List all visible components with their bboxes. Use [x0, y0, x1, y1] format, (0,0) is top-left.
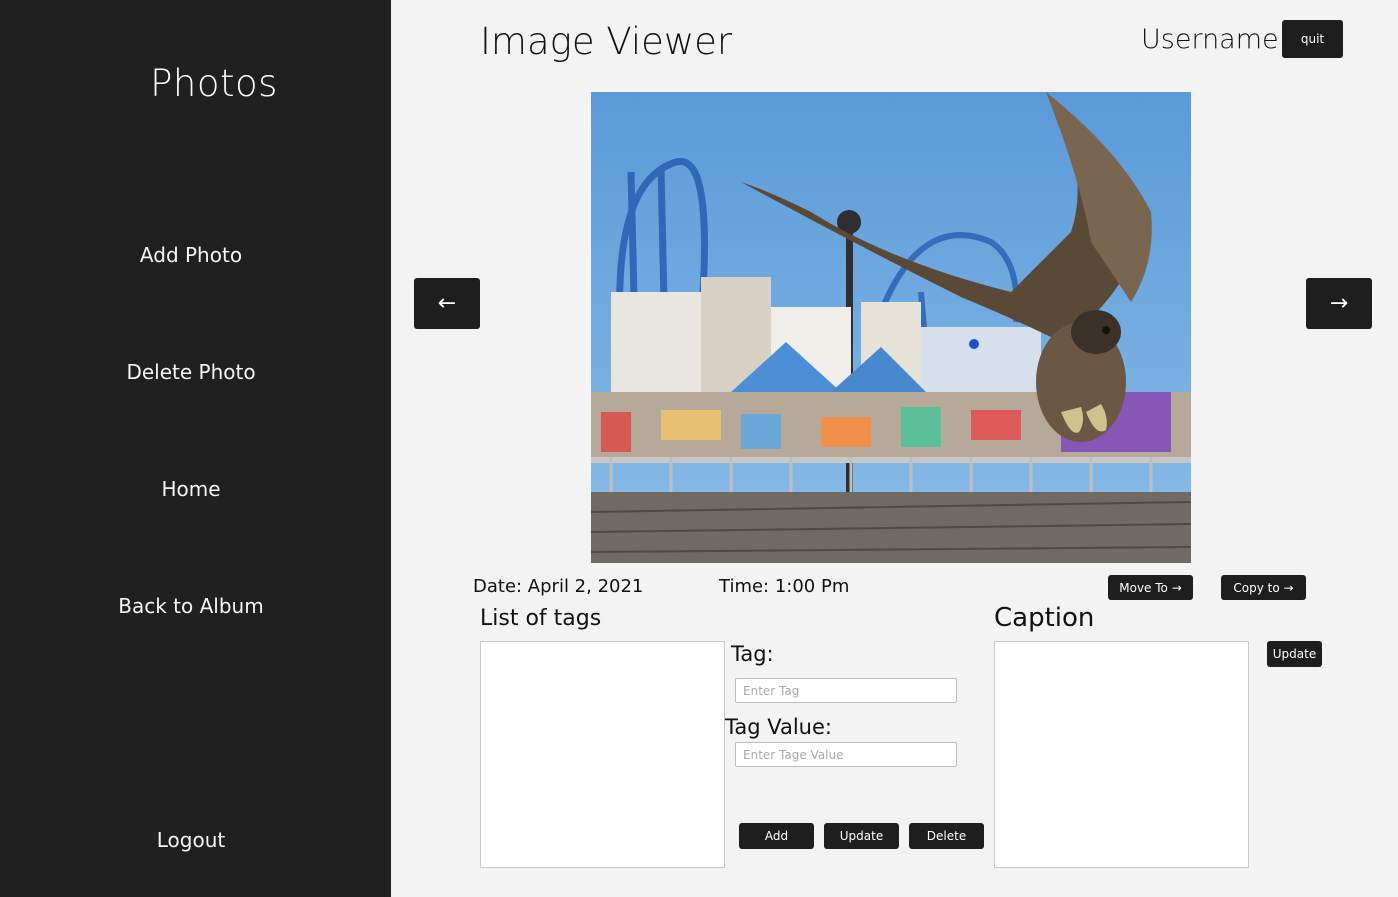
- tag-label: Tag:: [731, 642, 774, 666]
- move-to-button[interactable]: Move To →: [1108, 575, 1193, 600]
- tags-list[interactable]: [480, 641, 725, 868]
- caption-textarea[interactable]: [994, 641, 1249, 868]
- tag-value-input[interactable]: [735, 742, 957, 767]
- caption-label: Caption: [994, 603, 1095, 633]
- add-tag-button[interactable]: Add: [739, 823, 814, 849]
- sidebar: Photos Add Photo Delete Photo Home Back …: [0, 0, 391, 897]
- back-to-album-link[interactable]: Back to Album: [0, 594, 382, 618]
- previous-photo-button[interactable]: ←: [414, 278, 480, 329]
- photo-date: Date: April 2, 2021: [473, 576, 644, 597]
- logout-link[interactable]: Logout: [0, 828, 382, 852]
- falcon-photo: [591, 92, 1191, 563]
- delete-tag-button[interactable]: Delete: [909, 823, 984, 849]
- delete-photo-link[interactable]: Delete Photo: [0, 360, 382, 384]
- update-tag-button[interactable]: Update: [824, 823, 899, 849]
- page-title: Image Viewer: [480, 20, 733, 63]
- tag-input[interactable]: [735, 678, 957, 703]
- next-photo-button[interactable]: →: [1306, 278, 1372, 329]
- username-label: Username: [1141, 24, 1279, 55]
- tag-value-label: Tag Value:: [725, 715, 832, 739]
- tags-list-label: List of tags: [480, 606, 602, 631]
- add-photo-link[interactable]: Add Photo: [0, 243, 382, 267]
- arrow-right-icon: →: [1329, 291, 1349, 316]
- quit-button[interactable]: quit: [1282, 20, 1343, 58]
- copy-to-button[interactable]: Copy to →: [1221, 575, 1306, 600]
- app-brand: Photos: [150, 62, 278, 105]
- photo-display: [591, 92, 1191, 563]
- photo-time: Time: 1:00 Pm: [719, 576, 850, 597]
- update-caption-button[interactable]: Update: [1267, 641, 1322, 667]
- arrow-left-icon: ←: [437, 291, 457, 316]
- home-link[interactable]: Home: [0, 477, 382, 501]
